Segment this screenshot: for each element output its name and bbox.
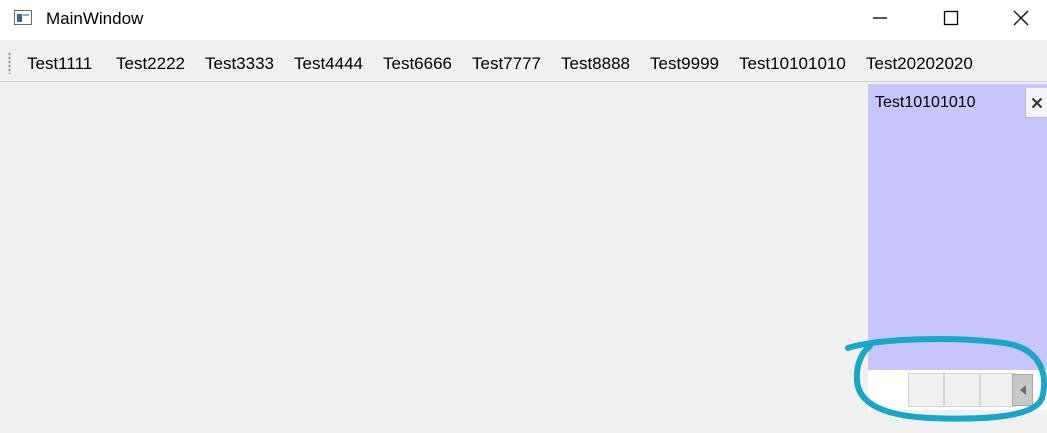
menu-item-test4444[interactable]: Test4444 xyxy=(294,54,363,74)
dock-tab[interactable] xyxy=(908,373,944,407)
title-bar: MainWindow xyxy=(0,0,1047,40)
toolbar-grip-icon[interactable] xyxy=(8,52,11,74)
maximize-icon xyxy=(943,10,959,26)
dock-tab[interactable] xyxy=(944,373,980,407)
menu-item-test6666[interactable]: Test6666 xyxy=(383,54,452,74)
menu-item-test8888[interactable]: Test8888 xyxy=(561,54,630,74)
menu-item-test20202020[interactable]: Test20202020 xyxy=(866,54,973,74)
minimize-button[interactable] xyxy=(857,0,903,36)
menu-bar: Test1111 Test2222 Test3333 Test4444 Test… xyxy=(0,44,1047,82)
menu-item-test1111[interactable]: Test1111 xyxy=(27,54,92,74)
tab-scroll-left-button[interactable] xyxy=(1012,374,1033,406)
dock-panel: Test10101010 xyxy=(868,84,1047,370)
menu-item-test7777[interactable]: Test7777 xyxy=(472,54,541,74)
window-title: MainWindow xyxy=(46,9,144,28)
menu-item-test2222[interactable]: Test2222 xyxy=(116,54,185,74)
menu-item-test9999[interactable]: Test9999 xyxy=(650,54,719,74)
dock-close-button[interactable] xyxy=(1025,88,1047,118)
minimize-icon xyxy=(873,17,887,19)
menu-item-test10101010[interactable]: Test10101010 xyxy=(739,54,846,74)
dock-tab[interactable] xyxy=(980,373,1016,407)
maximize-button[interactable] xyxy=(928,0,974,36)
menu-item-test3333[interactable]: Test3333 xyxy=(205,54,274,74)
close-icon xyxy=(1013,10,1029,26)
close-button[interactable] xyxy=(998,0,1044,36)
close-icon xyxy=(1031,97,1042,108)
scroll-left-icon xyxy=(1019,385,1026,395)
app-icon xyxy=(14,10,32,25)
dock-title: Test10101010 xyxy=(875,94,976,111)
dock-tab-strip xyxy=(868,370,1047,410)
